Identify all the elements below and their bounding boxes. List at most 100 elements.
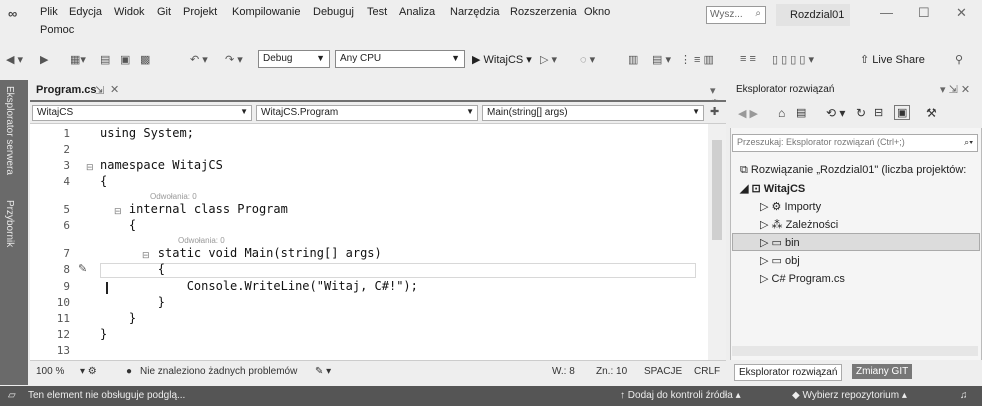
tab-solution-explorer[interactable]: Eksplorator rozwiązań: [734, 364, 843, 381]
menu-test[interactable]: Test: [367, 6, 387, 18]
configuration-select[interactable]: Debug ▼: [258, 50, 330, 68]
menu-projekt[interactable]: Projekt: [183, 6, 217, 18]
forward-icon[interactable]: ▶: [40, 53, 48, 66]
history-icon[interactable]: ⟲ ▾: [826, 106, 845, 120]
indentation-mode[interactable]: SPACJE: [644, 366, 682, 377]
home-icon[interactable]: ⌂: [778, 106, 785, 120]
back-icon[interactable]: ◀ ▾: [6, 53, 23, 66]
switch-views-icon[interactable]: ▤: [796, 106, 806, 119]
document-tab[interactable]: Program.cs ⇲ ✕ ▾ ⚙: [30, 80, 726, 110]
tree-item-obj[interactable]: ▷ ▭ obj: [760, 254, 800, 267]
new-project-icon[interactable]: ▦▾: [70, 53, 86, 66]
toolbar-icon-d[interactable]: ≡ ≡: [740, 53, 756, 65]
collapse-all-icon[interactable]: ⊟: [874, 106, 883, 119]
source-control-button[interactable]: ↑ Dodaj do kontroli źródła ▴: [620, 390, 741, 401]
problems-ok-icon: ●: [126, 366, 133, 377]
menu-widok[interactable]: Widok: [114, 6, 145, 18]
menu-analiza[interactable]: Analiza: [399, 6, 435, 18]
line-number: 10: [56, 296, 70, 309]
hot-reload-icon[interactable]: ◌ ▾: [580, 53, 595, 66]
menu-rozszerzenia[interactable]: Rozszerzenia: [510, 6, 577, 18]
nav-back-forward-icon[interactable]: ◀ ▶: [738, 107, 758, 120]
toolbar-icon-b[interactable]: ▤ ▾: [652, 53, 671, 66]
undo-icon[interactable]: ↶ ▾: [190, 53, 208, 66]
tree-item-importy[interactable]: ▷ ⚙ Importy: [760, 200, 821, 213]
code-line: }: [100, 327, 108, 341]
solution-search-placeholder: Przeszukaj: Eksplorator rozwiązań (Ctrl+…: [737, 137, 905, 147]
line-position[interactable]: W.: 8: [552, 366, 575, 377]
quick-actions-icon[interactable]: ✎: [78, 262, 87, 275]
project-dropdown[interactable]: WitajCS ▼: [32, 105, 252, 121]
save-all-icon[interactable]: ▩: [140, 53, 150, 66]
menu-edycja[interactable]: Edycja: [69, 6, 102, 18]
vertical-scrollbar[interactable]: [708, 124, 726, 360]
code-line: Console.WriteLine("Witaj, C#!");: [100, 279, 418, 293]
brush-icon[interactable]: ✎ ▾: [315, 366, 331, 377]
panel-options-icon[interactable]: ▾ ⇲ ✕: [940, 83, 970, 96]
side-tabs: Eksplorator serwera Przybornik: [0, 80, 28, 385]
zoom-dropdown-icon[interactable]: ▾ ⚙: [80, 366, 97, 377]
toolbar-icon-c[interactable]: ⋮ ≡ ▥: [680, 53, 714, 66]
solution-node[interactable]: ⧉ Rozwiązanie „Rozdzial01" (liczba proje…: [740, 164, 966, 177]
column-position[interactable]: Zn.: 10: [596, 366, 627, 377]
editor-status-bar: 100 % ▾ ⚙ ● Nie znaleziono żadnych probl…: [30, 360, 726, 384]
tree-label: Importy: [784, 201, 822, 213]
line-number: 11: [56, 312, 70, 325]
server-explorer-tab[interactable]: Eksplorator serwera: [4, 86, 15, 175]
code-line: }: [100, 295, 166, 309]
line-number: 5: [63, 203, 70, 216]
tree-item-program-cs[interactable]: ▷ C# Program.cs: [760, 272, 845, 285]
collapse-icon[interactable]: ⊟: [86, 162, 94, 173]
member-dropdown[interactable]: Main(string[] args) ▼: [482, 105, 704, 121]
redo-icon[interactable]: ↷ ▾: [225, 53, 243, 66]
menu-pomoc[interactable]: Pomoc: [40, 24, 74, 36]
save-icon[interactable]: ▣: [120, 53, 130, 66]
menu-plik[interactable]: Plik: [40, 6, 58, 18]
class-dropdown[interactable]: WitajCS.Program ▼: [256, 105, 478, 121]
menu-narzedzia[interactable]: Narzędzia: [450, 6, 500, 18]
line-number: 6: [63, 219, 70, 232]
bookmark-icon[interactable]: ▯ ▯ ▯ ▯ ▾: [772, 53, 814, 66]
menu-debuguj[interactable]: Debuguj: [313, 6, 354, 18]
start-without-debug-icon[interactable]: ▷ ▾: [540, 53, 557, 66]
live-share-button[interactable]: ⇧ Live Share: [860, 53, 925, 66]
repository-button[interactable]: ◆ Wybierz repozytorium ▴: [792, 390, 907, 401]
scrollbar-thumb[interactable]: [712, 140, 722, 240]
search-icon: ⌕: [755, 8, 761, 19]
solution-search-input[interactable]: Przeszukaj: Eksplorator rozwiązań (Ctrl+…: [732, 134, 978, 152]
menu-kompilowanie[interactable]: Kompilowanie: [232, 6, 300, 18]
close-tab-icon[interactable]: ✕: [110, 83, 119, 96]
pin-icon[interactable]: ⇲: [95, 84, 104, 97]
chevron-down-icon: ▼: [240, 107, 248, 116]
maximize-icon[interactable]: ☐: [918, 5, 930, 21]
platform-select[interactable]: Any CPU ▼: [335, 50, 465, 68]
line-ending[interactable]: CRLF: [694, 366, 720, 377]
properties-icon[interactable]: ⚒: [926, 106, 937, 120]
live-share-label: Live Share: [872, 54, 925, 66]
close-icon[interactable]: ✕: [956, 5, 967, 21]
toolbar-icon-a[interactable]: ▥: [628, 53, 638, 66]
references-hint[interactable]: Odwołania: 0: [178, 236, 225, 245]
line-number: 2: [63, 143, 70, 156]
run-button[interactable]: ▶ WitajCS ▾: [472, 53, 532, 66]
show-all-files-icon[interactable]: ▣: [894, 105, 911, 120]
tree-item-zaleznosci[interactable]: ▷ ⁂ Zależności: [760, 218, 838, 231]
minimize-icon[interactable]: —: [880, 5, 893, 20]
toolbox-tab[interactable]: Przybornik: [4, 200, 15, 247]
references-hint[interactable]: Odwołania: 0: [150, 192, 197, 201]
menu-git[interactable]: Git: [157, 6, 171, 18]
refresh-icon[interactable]: ↻: [856, 106, 866, 120]
search-input[interactable]: Wysz... ⌕: [706, 6, 766, 24]
horizontal-scrollbar[interactable]: [732, 346, 978, 356]
notifications-icon[interactable]: ♫: [960, 390, 968, 401]
project-node[interactable]: ◢ ⊡ WitajCS: [740, 182, 805, 195]
split-icon[interactable]: ✚: [710, 105, 719, 118]
zoom-level[interactable]: 100 %: [36, 366, 64, 377]
open-icon[interactable]: ▤: [100, 53, 110, 66]
tree-item-bin[interactable]: ▷ ▭ bin: [760, 236, 800, 249]
menu-okno[interactable]: Okno: [584, 6, 610, 18]
tree-label: Zależności: [785, 219, 839, 231]
tab-git-changes[interactable]: Zmiany GIT: [852, 364, 913, 379]
feedback-icon[interactable]: ⚲: [955, 53, 963, 66]
problems-status[interactable]: Nie znaleziono żadnych problemów: [140, 366, 297, 377]
